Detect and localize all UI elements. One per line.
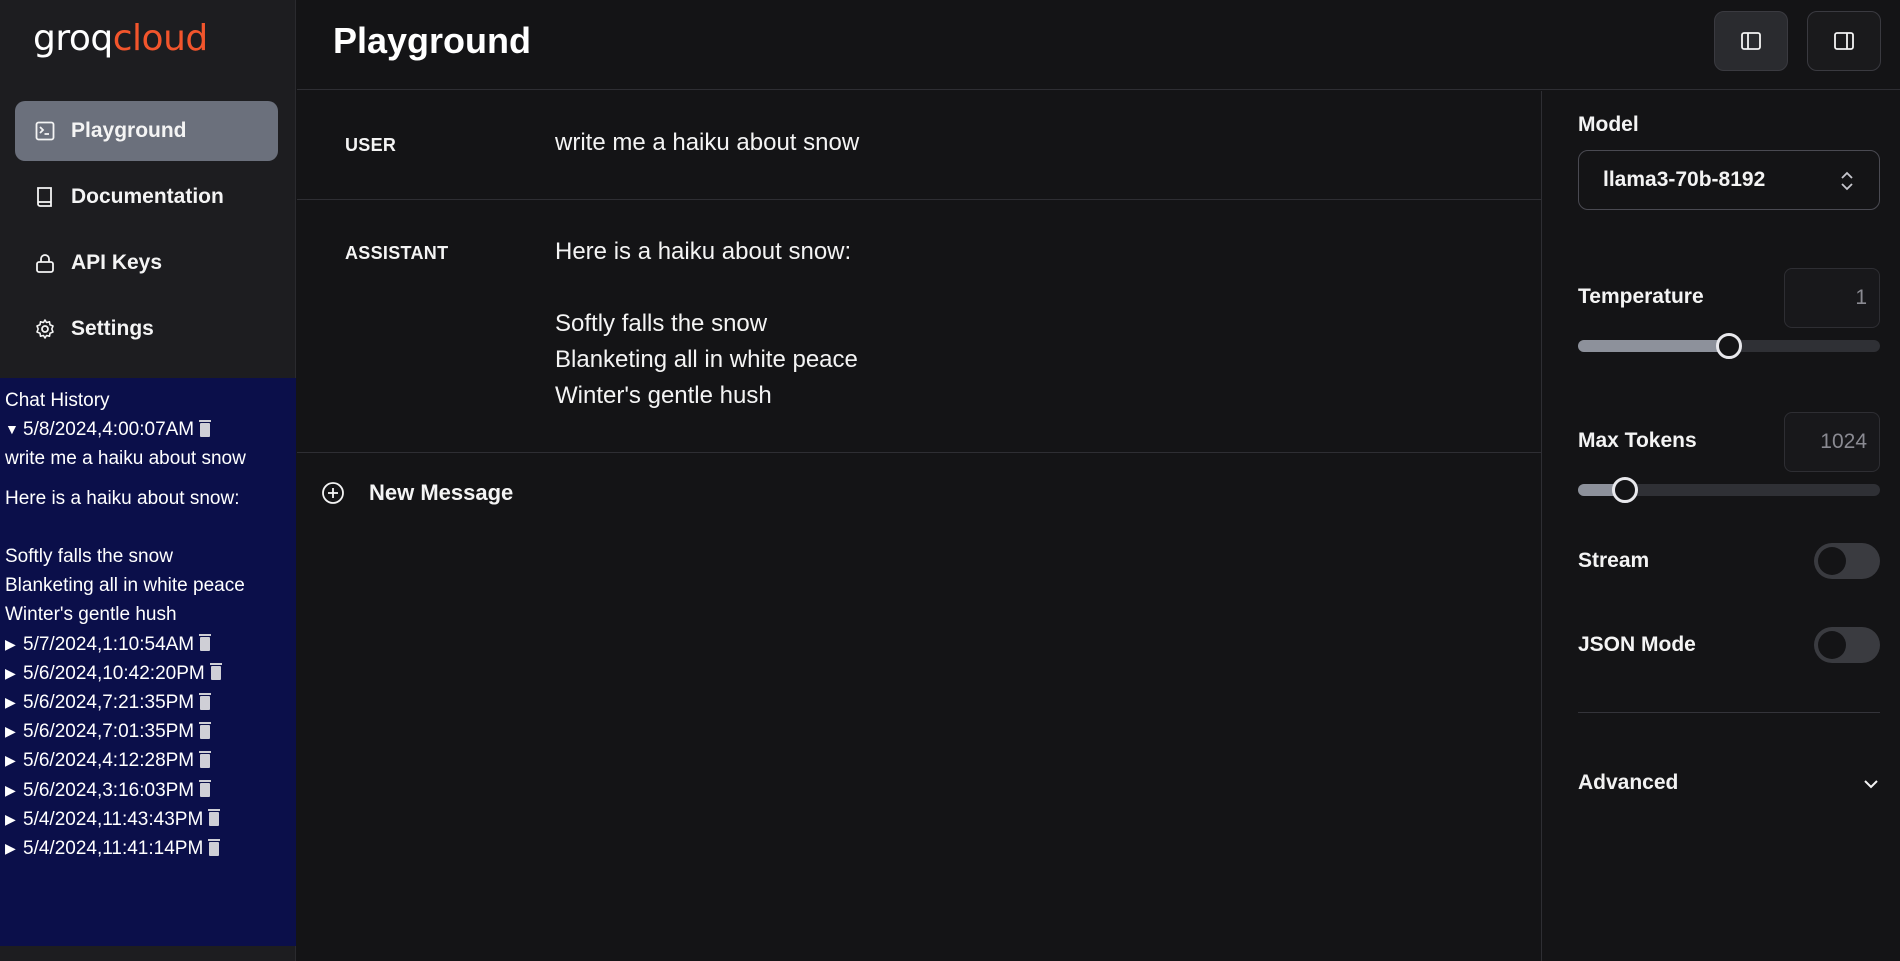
toggle-right-panel-button[interactable] [1807,11,1881,71]
gear-icon [33,317,57,341]
temperature-slider[interactable] [1578,333,1880,359]
plus-circle-icon [321,481,345,505]
advanced-label: Advanced [1578,771,1679,794]
history-timestamp: 5/4/2024,11:41:14PM [23,838,204,860]
sidebar-item-playground[interactable]: Playground [15,101,278,161]
temperature-label: Temperature [1578,285,1704,308]
json-mode-label: JSON Mode [1578,633,1696,656]
chevron-down-icon [1864,780,1878,789]
history-entry[interactable]: ▶ 5/6/2024,3:16:03PM [5,776,296,805]
history-entry[interactable]: ▶ 5/4/2024,11:43:43PM [5,805,296,834]
user-message-row[interactable]: USER write me a haiku about snow [297,91,1541,200]
sidebar-item-label: Documentation [71,185,224,208]
trash-icon[interactable] [208,809,221,827]
sidebar-item-documentation[interactable]: Documentation [15,167,278,227]
app-window: groqcloud Playground Documentation API K… [0,0,1900,961]
json-mode-toggle[interactable] [1814,627,1880,663]
model-label: Model [1578,113,1639,136]
settings-panel: Model llama3-70b-8192 Temperature Max To… [1541,91,1900,961]
history-entry[interactable]: ▶ 5/6/2024,10:42:20PM [5,659,296,688]
header: Playground [297,0,1900,90]
page-title: Playground [333,20,532,61]
max-tokens-slider[interactable] [1578,477,1880,503]
new-message-label: New Message [369,480,514,505]
history-timestamp: 5/6/2024,3:16:03PM [23,779,195,801]
max-tokens-label: Max Tokens [1578,429,1697,452]
user-role-label[interactable]: USER [345,135,396,156]
triangle-right-icon: ▶ [5,664,16,681]
toggle-left-sidebar-button[interactable] [1714,11,1788,71]
trash-icon[interactable] [199,634,212,652]
temperature-slider-fill [1578,340,1729,352]
model-value: llama3-70b-8192 [1603,168,1766,191]
sidebar-left-icon [1741,32,1761,50]
chat-history-title: Chat History [5,390,110,411]
sidebar-item-api-keys[interactable]: API Keys [15,233,278,293]
history-timestamp: 5/7/2024,1:10:54AM [23,633,195,655]
max-tokens-slider-handle[interactable] [1611,477,1638,503]
toggle-knob [1818,547,1846,575]
advanced-section-toggle[interactable]: Advanced [1578,771,1880,803]
temperature-input[interactable] [1784,268,1880,328]
model-select[interactable]: llama3-70b-8192 [1578,150,1880,210]
temperature-slider-handle[interactable] [1716,333,1742,359]
assistant-message-text[interactable]: Here is a haiku about snow: Softly falls… [555,234,858,414]
triangle-right-icon: ▶ [5,781,16,798]
toggle-knob [1818,631,1846,659]
sidebar-item-label: Playground [71,119,187,142]
stream-label: Stream [1578,549,1650,572]
history-entry[interactable]: ▶ 5/6/2024,7:21:35PM [5,688,296,717]
logo-cloud-text: cloud [112,18,209,59]
history-timestamp: 5/6/2024,7:01:35PM [23,721,195,743]
history-timestamp: 5/6/2024,7:21:35PM [23,692,195,714]
trash-icon[interactable] [199,751,212,769]
triangle-right-icon: ▶ [5,723,16,740]
sidebar-nav: Playground Documentation API Keys Settin… [15,101,278,365]
trash-icon[interactable] [199,721,212,739]
sidebar: groqcloud Playground Documentation API K… [0,0,296,961]
trash-icon[interactable] [199,419,212,437]
chevron-up-down-icon [1841,171,1853,191]
triangle-down-icon: ▼ [5,421,19,438]
user-message-text[interactable]: write me a haiku about snow [555,125,859,161]
assistant-message-row[interactable]: ASSISTANT Here is a haiku about snow: So… [297,200,1541,453]
trash-icon[interactable] [209,663,222,681]
history-entry[interactable]: ▶ 5/7/2024,1:10:54AM [5,630,296,659]
triangle-right-icon: ▶ [5,694,16,711]
sidebar-item-settings[interactable]: Settings [15,299,278,359]
sidebar-right-icon [1834,32,1854,50]
triangle-right-icon: ▶ [5,810,16,827]
history-entry-expanded[interactable]: ▼ 5/8/2024,4:00:07AM [5,415,296,444]
trash-icon[interactable] [208,838,221,856]
terminal-icon [33,119,57,143]
groqcloud-logo[interactable]: groqcloud [33,18,208,59]
history-entry[interactable]: ▶ 5/6/2024,7:01:35PM [5,717,296,746]
history-timestamp: 5/4/2024,11:43:43PM [23,808,204,830]
sidebar-item-label: API Keys [71,251,163,274]
panel-divider [1578,712,1880,713]
stream-toggle[interactable] [1814,543,1880,579]
history-list: ▶ 5/7/2024,1:10:54AM ▶ 5/6/2024,10:42:20PM ▶… [5,630,296,864]
book-icon [33,185,57,209]
triangle-right-icon: ▶ [5,635,16,652]
trash-icon[interactable] [199,780,212,798]
history-entry[interactable]: ▶ 5/6/2024,4:12:28PM [5,746,296,775]
history-timestamp: 5/8/2024,4:00:07AM [23,419,195,441]
history-user-message: write me a haiku about snow [5,448,246,470]
sidebar-item-label: Settings [71,317,154,340]
assistant-role-label[interactable]: ASSISTANT [345,243,448,264]
message-area: USER write me a haiku about snow ASSISTA… [297,91,1541,961]
lock-icon [33,251,57,275]
trash-icon[interactable] [199,692,212,710]
history-entry[interactable]: ▶ 5/4/2024,11:41:14PM [5,834,296,863]
chat-history: Chat History ▼ 5/8/2024,4:00:07AM write … [0,378,296,946]
triangle-right-icon: ▶ [5,840,16,857]
logo-groq-text: groq [33,18,113,59]
new-message-button[interactable]: New Message [321,480,513,506]
history-timestamp: 5/6/2024,4:12:28PM [23,750,195,772]
triangle-right-icon: ▶ [5,752,16,769]
history-assistant-message: Here is a haiku about snow: Softly falls… [5,487,245,626]
history-timestamp: 5/6/2024,10:42:20PM [23,662,205,684]
max-tokens-input[interactable] [1784,412,1880,472]
